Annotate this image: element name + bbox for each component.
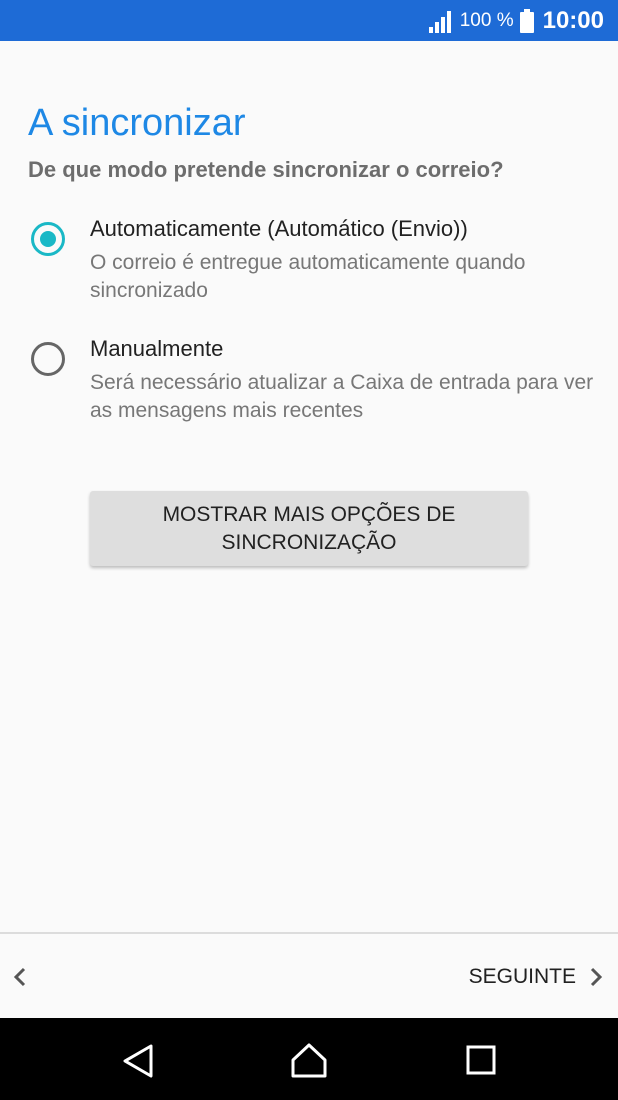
page-title: A sincronizar: [28, 102, 246, 144]
clock: 10:00: [542, 6, 604, 34]
option-title: Automaticamente (Automático (Envio)): [90, 216, 468, 241]
option-description: O correio é entregue automaticamente qua…: [90, 251, 526, 302]
option-description: Será necessário atualizar a Caixa de ent…: [90, 371, 594, 422]
home-icon[interactable]: [290, 1042, 328, 1078]
navigation-bar: [0, 1018, 618, 1100]
battery-icon: [519, 8, 534, 33]
radio-button-unselected[interactable]: [31, 342, 65, 376]
more-sync-options-button[interactable]: MOSTRAR MAIS OPÇÕES DE SINCRONIZAÇÃO: [90, 491, 528, 566]
chevron-left-icon[interactable]: [10, 964, 30, 990]
sync-option-automatic[interactable]: Automaticamente (Automático (Envio)) O c…: [0, 212, 618, 312]
radio-button-selected[interactable]: [31, 222, 65, 256]
back-triangle-icon[interactable]: [121, 1043, 155, 1079]
next-button[interactable]: SEGUINTE: [469, 965, 576, 989]
page-subtitle: De que modo pretende sincronizar o corre…: [28, 157, 504, 182]
bottom-action-bar: SEGUINTE: [0, 932, 618, 1018]
battery-percent: 100 %: [459, 9, 514, 31]
sync-option-manual[interactable]: Manualmente Será necessário atualizar a …: [0, 332, 618, 432]
chevron-right-icon[interactable]: [586, 964, 606, 990]
status-bar: 100 % 10:00: [0, 0, 618, 41]
signal-icon: [428, 10, 451, 33]
recents-square-icon[interactable]: [466, 1045, 496, 1075]
option-title: Manualmente: [90, 336, 224, 361]
